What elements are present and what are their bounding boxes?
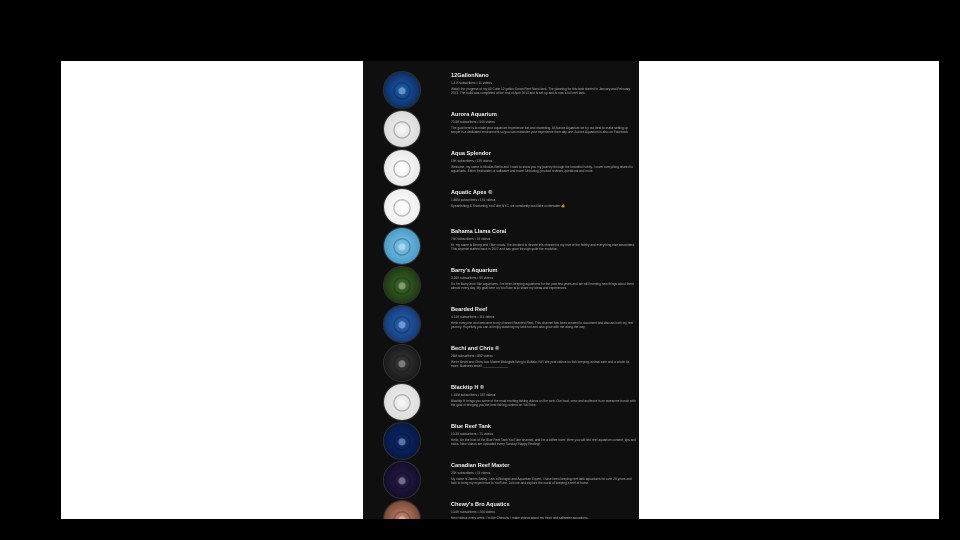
channel-info: Bechi and Chris ® 26M subscribers • 892 v… — [451, 346, 637, 368]
channel-name[interactable]: Blacktip H ® — [451, 385, 637, 392]
channel-description: New videos every week, I'm the Chewy's! … — [451, 515, 589, 520]
channel-row[interactable]: Bahama Llama Coral 74K subscribers • 15 v… — [363, 227, 639, 265]
channel-name[interactable]: Blue Reef Tank — [451, 424, 637, 431]
channel-name[interactable]: Bahama Llama Coral — [451, 229, 637, 236]
llama-cartoon-icon[interactable] — [383, 227, 421, 265]
channel-name[interactable]: Aqua Splendor — [451, 151, 637, 158]
12-gallon-nano-logo-icon[interactable] — [383, 71, 421, 109]
screen-frame: 12GallonNano 1.4 K subscribers • 11 video… — [20, 20, 940, 520]
channel-info: Bahama Llama Coral 74K subscribers • 15 v… — [451, 229, 637, 251]
aurora-fish-logo-icon[interactable] — [383, 110, 421, 148]
channel-row[interactable]: Blue Reef Tank 10.3K subscribers • 71 vid… — [363, 422, 639, 460]
channel-row[interactable]: Bechi and Chris ® 26M subscribers • 892 v… — [363, 344, 639, 382]
channel-stats: 10.3K subscribers • 71 videos — [451, 432, 494, 436]
channel-row[interactable]: Chewy's Bro Aquatics 13.6K subscribers • … — [363, 500, 639, 519]
channel-description: Hello everyone and welcome to my channel… — [451, 320, 634, 329]
channel-description: Spearfishing & Snorkeling YouTube NYC, w… — [451, 203, 566, 208]
channel-stats: 1.15M subscribers • 387 videos — [451, 393, 496, 397]
channel-description: We're Bechi and Chris, two Marine Biolog… — [451, 359, 630, 368]
channel-info: Bearded Reef 4.14K subscribers • 111 vide… — [451, 307, 637, 329]
couple-photo-icon[interactable] — [383, 344, 421, 382]
blue-reef-tank-logo-icon[interactable] — [383, 422, 421, 460]
channel-info: Aurora Aquarium 70.8K subscribers • 540 v… — [451, 112, 637, 134]
channel-info: Blue Reef Tank 10.3K subscribers • 71 vid… — [451, 424, 637, 446]
channel-row[interactable]: Aqua Splendor 19K subscribers • 139 video… — [363, 149, 639, 187]
channel-row[interactable]: Bearded Reef 4.14K subscribers • 111 vide… — [363, 305, 639, 343]
channel-info: Aquatic Apes ® 1.86M subscribers • 191 vi… — [451, 190, 637, 212]
channel-description: Hi, my name is Benny and I like corals. … — [451, 242, 635, 251]
channel-info: Chewy's Bro Aquatics 13.6K subscribers • … — [451, 502, 637, 519]
channel-row[interactable]: Aquatic Apes ® 1.86M subscribers • 191 vi… — [363, 188, 639, 226]
channel-description: The goal here is to make your aquarium e… — [451, 125, 629, 134]
blacktip-logo-icon[interactable] — [383, 383, 421, 421]
channel-description: Hello, I'm the host of the Blue Reef Tan… — [451, 437, 636, 446]
channel-row[interactable]: Blacktip H ® 1.15M subscribers • 387 vide… — [363, 383, 639, 421]
channel-stats: 3.26K subscribers • 90 videos — [451, 276, 494, 280]
channel-info: Aqua Splendor 19K subscribers • 139 video… — [451, 151, 637, 173]
channel-stats: 19K subscribers • 139 videos — [451, 159, 493, 163]
diver-logo-icon[interactable] — [383, 188, 421, 226]
channel-description: Watch the progress of my 60 Cube 12 gall… — [451, 86, 631, 95]
channel-name[interactable]: Bechi and Chris ® — [451, 346, 637, 353]
channel-name[interactable]: Aquatic Apes ® — [451, 190, 637, 197]
channel-name[interactable]: Chewy's Bro Aquatics — [451, 502, 637, 509]
channel-name[interactable]: Barry's Aquarium — [451, 268, 637, 275]
channel-stats: 4.14K subscribers • 111 videos — [451, 315, 495, 319]
channel-stats: 74K subscribers • 15 videos — [451, 237, 491, 241]
channel-description: My name is James Bailey. I am a Biologis… — [451, 476, 632, 485]
page-viewport: 12GallonNano 1.4 K subscribers • 11 video… — [61, 61, 939, 519]
host-face-photo-icon[interactable] — [383, 500, 421, 519]
channel-info: Barry's Aquarium 3.26K subscribers • 90 v… — [451, 268, 637, 290]
channel-stats: 1.86M subscribers • 191 videos — [451, 198, 496, 202]
channel-description: So I'm Barry and I like aquariums. I've … — [451, 281, 634, 290]
channel-row[interactable]: Aurora Aquarium 70.8K subscribers • 540 v… — [363, 110, 639, 148]
channel-name[interactable]: 12GallonNano — [451, 73, 637, 80]
channel-info: 12GallonNano 1.4 K subscribers • 11 video… — [451, 73, 637, 95]
channel-description: Welcome, my name is Nicolas Berlin and I… — [451, 164, 634, 173]
channel-description: Blacktip H brings you some of the most e… — [451, 398, 636, 407]
planted-tank-icon[interactable] — [383, 266, 421, 304]
channel-row[interactable]: Canadian Reef Master 23K subscribers • 74… — [363, 461, 639, 499]
bearded-reef-logo-icon[interactable] — [383, 305, 421, 343]
channel-info: Canadian Reef Master 23K subscribers • 74… — [451, 463, 637, 485]
channel-name[interactable]: Canadian Reef Master — [451, 463, 637, 470]
channel-row[interactable]: 12GallonNano 1.4 K subscribers • 11 video… — [363, 71, 639, 109]
channel-stats: 70.8K subscribers • 540 videos — [451, 120, 495, 124]
coral-logo-icon[interactable] — [383, 149, 421, 187]
channel-stats: 13.6K subscribers • 246 videos — [451, 510, 495, 514]
channel-stats: 23K subscribers • 74 videos — [451, 471, 491, 475]
host-photo-icon[interactable] — [383, 461, 421, 499]
channel-name[interactable]: Aurora Aquarium — [451, 112, 637, 119]
channel-info: Blacktip H ® 1.15M subscribers • 387 vide… — [451, 385, 637, 407]
channel-row[interactable]: Barry's Aquarium 3.26K subscribers • 90 v… — [363, 266, 639, 304]
channel-list[interactable]: 12GallonNano 1.4 K subscribers • 11 video… — [363, 61, 639, 519]
channel-stats: 26M subscribers • 892 videos — [451, 354, 493, 358]
channel-stats: 1.4 K subscribers • 11 videos — [451, 81, 492, 85]
channel-name[interactable]: Bearded Reef — [451, 307, 637, 314]
